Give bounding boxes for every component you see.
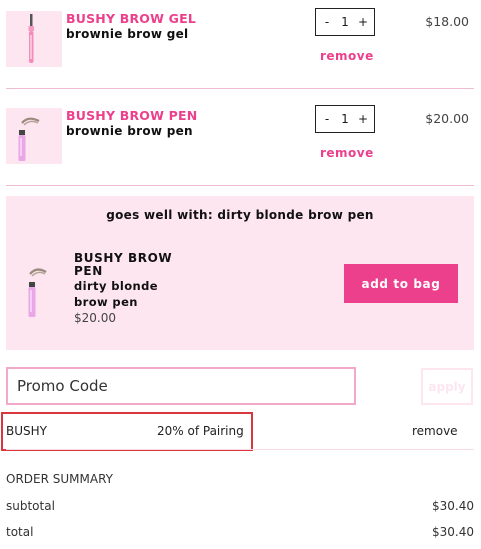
divider xyxy=(6,88,474,89)
remove-item-button[interactable]: remove xyxy=(320,146,374,160)
increment-button[interactable]: + xyxy=(358,112,368,126)
product-shade: brownie brow pen xyxy=(66,124,193,138)
total-value: $30.40 xyxy=(432,525,474,539)
divider xyxy=(6,449,474,450)
quantity-value[interactable]: 1 xyxy=(332,15,358,29)
promo-code-input[interactable] xyxy=(6,367,356,405)
order-summary-heading: ORDER SUMMARY xyxy=(6,472,113,486)
upsell-product-name[interactable]: BUSHY BROW PEN xyxy=(74,252,184,278)
item-price: $18.00 xyxy=(425,14,469,29)
subtotal-label: subtotal xyxy=(6,499,55,513)
brow-pen-icon xyxy=(28,268,47,317)
decrement-button[interactable]: - xyxy=(322,15,332,29)
add-to-bag-button[interactable]: add to bag xyxy=(344,264,458,303)
brow-pen-icon xyxy=(18,117,40,161)
product-thumbnail xyxy=(6,11,62,67)
product-name[interactable]: BUSHY BROW GEL xyxy=(66,11,196,26)
divider xyxy=(6,185,474,186)
product-thumbnail xyxy=(6,108,62,164)
remove-promo-button[interactable]: remove xyxy=(412,424,458,438)
product-name[interactable]: BUSHY BROW PEN xyxy=(66,108,197,123)
applied-promo-description: 20% of Pairing xyxy=(157,424,244,438)
upsell-product-shade: dirty blonde brow pen xyxy=(74,279,158,309)
applied-promo-code: BUSHY xyxy=(6,424,47,438)
item-price: $20.00 xyxy=(425,111,469,126)
quantity-stepper: - 1 + xyxy=(315,8,375,36)
remove-item-button[interactable]: remove xyxy=(320,49,374,63)
product-shade: brownie brow gel xyxy=(66,27,189,41)
brow-gel-tube-icon xyxy=(28,14,34,63)
apply-promo-button[interactable]: apply xyxy=(421,368,473,405)
quantity-stepper: - 1 + xyxy=(315,105,375,133)
decrement-button[interactable]: - xyxy=(322,112,332,126)
subtotal-value: $30.40 xyxy=(432,499,474,513)
total-label: total xyxy=(6,525,34,539)
increment-button[interactable]: + xyxy=(358,15,368,29)
upsell-price: $20.00 xyxy=(74,311,116,325)
upsell-title: goes well with: dirty blonde brow pen xyxy=(106,208,374,222)
upsell-thumbnail xyxy=(18,262,52,320)
quantity-value[interactable]: 1 xyxy=(332,112,358,126)
